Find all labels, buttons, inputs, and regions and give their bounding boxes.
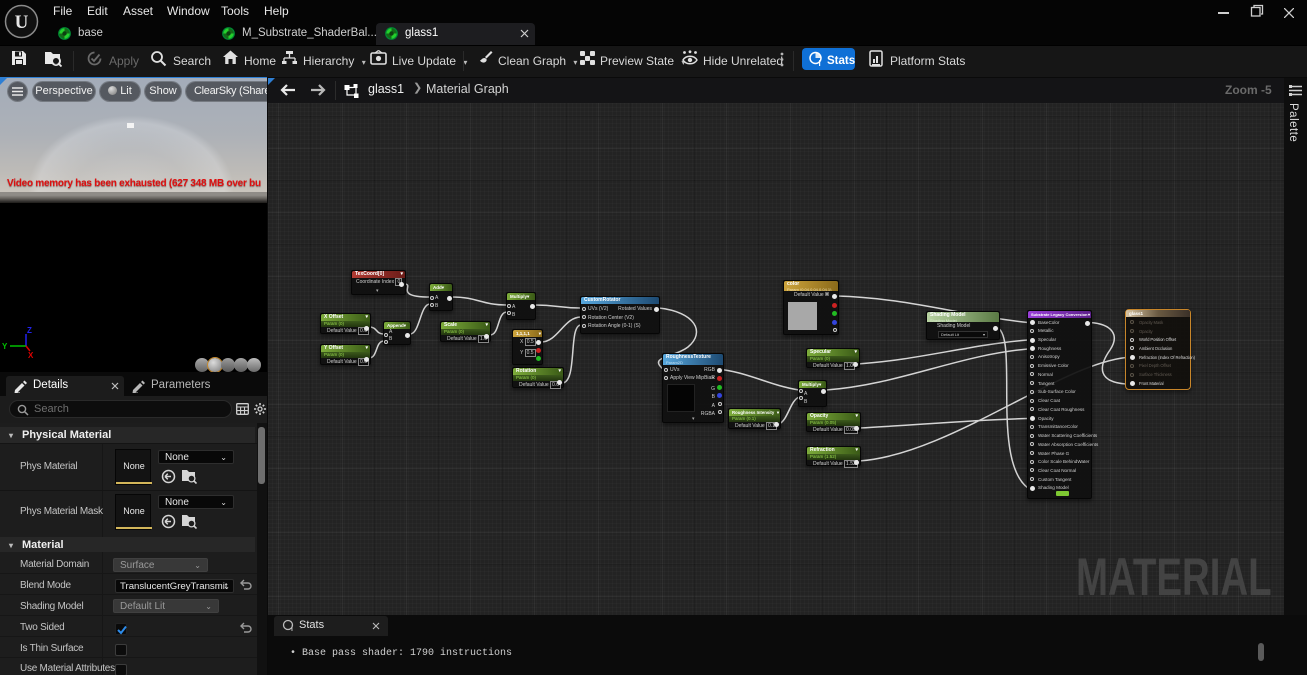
svg-text:X: X — [28, 351, 34, 358]
svg-text:i: i — [291, 626, 293, 632]
svg-text:Y: Y — [2, 342, 8, 351]
svg-text:Z: Z — [27, 326, 32, 335]
svg-text:U: U — [15, 12, 29, 33]
svg-text:i: i — [819, 59, 821, 67]
